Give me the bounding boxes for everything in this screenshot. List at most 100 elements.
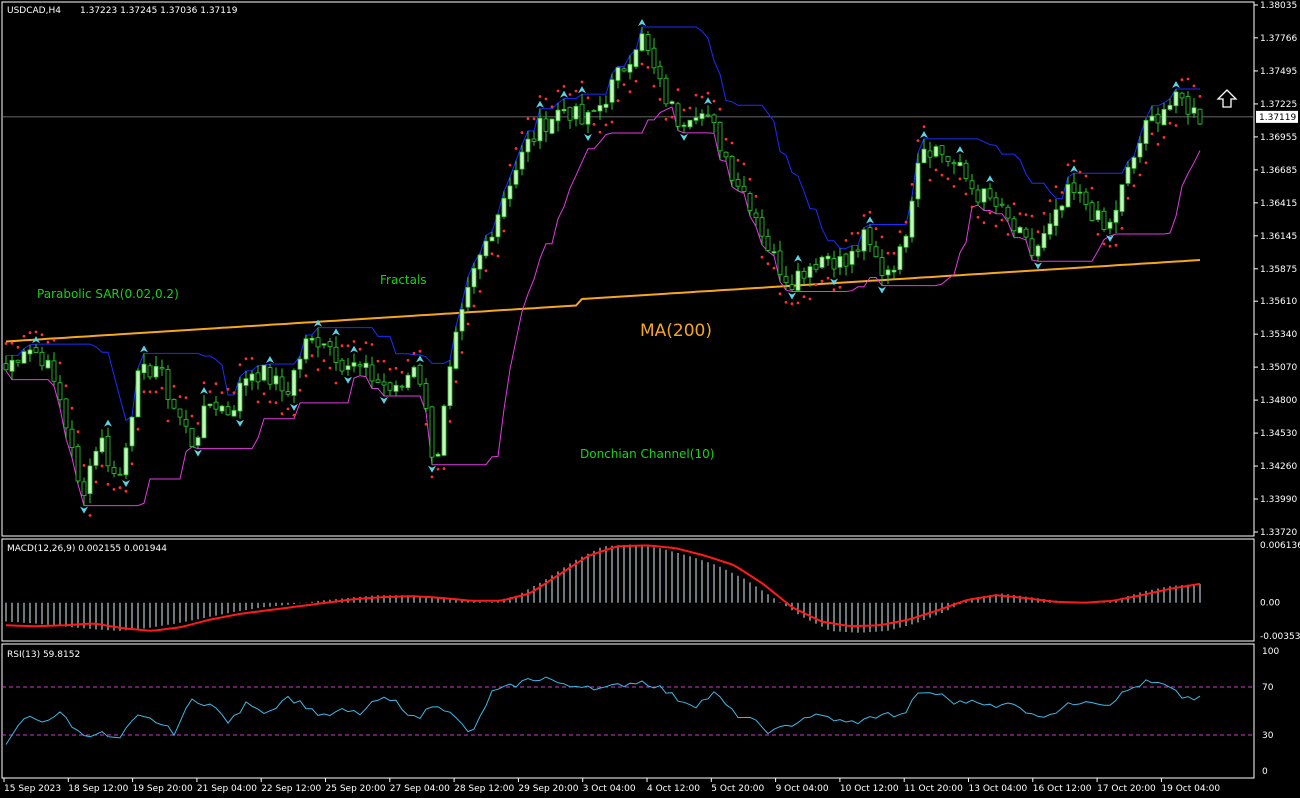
candle	[867, 224, 873, 253]
candle-body	[477, 254, 483, 270]
candle-body	[837, 256, 843, 268]
candle	[27, 344, 33, 362]
time-axis-label: 9 Oct 04:00	[776, 784, 829, 794]
sar-dot	[1132, 184, 1136, 188]
candle-body	[213, 401, 219, 410]
candle-body	[1185, 96, 1191, 115]
candle-body	[681, 124, 687, 127]
candle	[429, 405, 435, 465]
candle-body	[33, 347, 39, 353]
sar-dot	[484, 269, 488, 273]
candle-body	[63, 398, 69, 429]
price-axis-label: 1.34800	[1260, 396, 1297, 406]
sar-dot	[202, 381, 206, 385]
candle-body	[567, 106, 573, 121]
candle	[621, 67, 627, 73]
sar-dot	[226, 387, 230, 391]
candle-body	[579, 103, 585, 125]
sar-dot	[700, 95, 704, 99]
fractal-up-marker	[920, 130, 928, 138]
sar-dot	[298, 388, 302, 392]
sar-dot	[592, 122, 596, 126]
sar-dot	[772, 266, 776, 270]
candle	[195, 435, 201, 449]
fractal-up-marker	[704, 97, 712, 105]
sar-dot	[340, 344, 344, 348]
sar-dot	[1114, 243, 1118, 247]
candle-body	[1137, 142, 1143, 158]
sar-dot	[706, 91, 710, 95]
candle	[1179, 91, 1185, 107]
candle-body	[591, 110, 597, 112]
candle-body	[99, 437, 105, 453]
candle	[633, 49, 639, 69]
usdcad-h4-chart[interactable]: 1.38035 1.37766 1.37495 1.37225 1.36955 1.366…	[0, 0, 1300, 798]
fractal-down-marker	[380, 396, 388, 404]
candle	[423, 378, 429, 413]
candle	[33, 344, 39, 353]
candle	[1023, 226, 1029, 241]
sar-dot	[556, 89, 560, 93]
macd-axis-label: 0.006136	[1260, 541, 1300, 551]
candle-body	[1089, 202, 1095, 221]
candle-body	[327, 341, 333, 348]
candle-body	[87, 465, 93, 495]
candle	[909, 196, 915, 243]
candle-body	[237, 382, 243, 412]
sar-dot	[574, 89, 578, 93]
macd-axis-label: -0.003536	[1260, 632, 1300, 642]
candle-body	[345, 365, 351, 370]
candle	[471, 262, 477, 294]
candle-body	[1047, 223, 1053, 235]
sar-dot	[382, 359, 386, 363]
candle	[477, 253, 483, 280]
time-axis-label: 19 Oct 04:00	[1161, 784, 1220, 794]
sar-dot	[262, 392, 266, 396]
candle-body	[609, 79, 615, 103]
sar-dot	[418, 349, 422, 353]
fractal-down-marker	[680, 133, 688, 141]
candle-body	[921, 148, 927, 164]
rsi-axis-label: 100	[1262, 647, 1279, 657]
candle	[651, 38, 657, 74]
candle	[897, 243, 903, 275]
sar-dot	[646, 66, 650, 69]
candle-body	[243, 378, 249, 386]
candle-body	[615, 67, 621, 81]
candle-body	[735, 179, 741, 187]
candle	[165, 365, 171, 409]
candle-body	[729, 156, 735, 181]
candle-body	[201, 405, 207, 439]
sar-dot	[334, 381, 338, 385]
sar-dot	[508, 163, 512, 167]
sar-dot	[424, 422, 428, 426]
candle-body	[987, 188, 993, 199]
candle-body	[1119, 184, 1125, 212]
sar-dot	[22, 334, 26, 338]
candle-body	[999, 203, 1005, 206]
sar-dot	[454, 380, 458, 383]
candle	[927, 141, 933, 168]
candle-body	[177, 408, 183, 418]
sar-dot	[10, 341, 14, 345]
fractal-down-marker	[290, 403, 298, 411]
candle-body	[813, 264, 819, 270]
candle-body	[39, 351, 45, 367]
sar-dot	[370, 343, 374, 346]
candle-body	[957, 162, 963, 167]
macd-axis-label: 0.00	[1260, 599, 1280, 609]
candle-body	[573, 105, 579, 120]
fractal-down-marker	[788, 292, 796, 300]
candle-body	[1161, 109, 1167, 126]
sar-dot	[232, 391, 236, 395]
candle	[1155, 107, 1161, 133]
candle-body	[555, 109, 561, 122]
candle-body	[189, 427, 195, 447]
sar-dot	[976, 215, 980, 219]
sar-dot	[442, 467, 446, 470]
candle-body	[633, 49, 639, 68]
candle	[573, 103, 579, 127]
candle	[111, 460, 117, 478]
candle	[1059, 204, 1065, 218]
fractal-up-marker	[986, 175, 994, 183]
